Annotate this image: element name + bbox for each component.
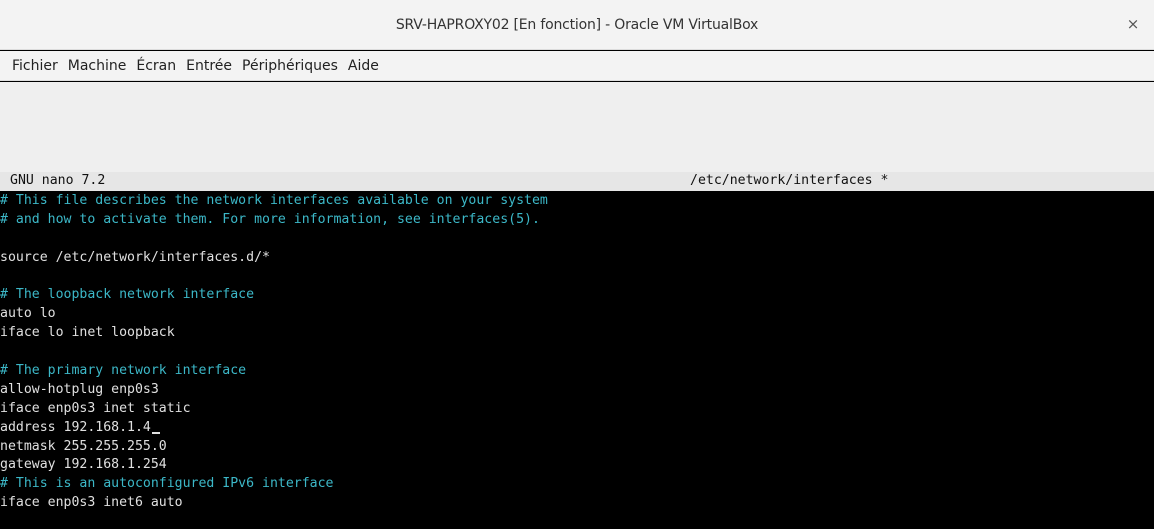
menu-ecran[interactable]: Écran <box>136 58 176 74</box>
close-icon[interactable]: × <box>1122 13 1144 35</box>
code-line: auto lo <box>0 306 56 322</box>
comment-line: # The loopback network interface <box>0 287 255 303</box>
code-line: allow-hotplug enp0s3 <box>0 381 159 397</box>
comment-line: # This file describes the network interf… <box>0 193 548 208</box>
code-line: source /etc/network/interfaces.d/* <box>0 249 270 265</box>
code-line: iface lo inet loopback <box>0 325 175 341</box>
nano-filename: /etc/network/interfaces * <box>690 173 889 188</box>
menu-aide[interactable]: Aide <box>348 58 379 74</box>
comment-line: # This is an autoconfigured IPv6 interfa… <box>0 476 334 492</box>
vm-display[interactable]: GNU nano 7.2 /etc/network/interfaces * #… <box>0 172 1154 529</box>
window-title: SRV-HAPROXY02 [En fonction] - Oracle VM … <box>395 17 759 33</box>
menu-bar: Fichier Machine Écran Entrée Périphériqu… <box>0 51 1154 81</box>
menu-machine[interactable]: Machine <box>68 58 127 74</box>
comment-line: # and how to activate them. For more inf… <box>0 211 540 227</box>
code-line: iface enp0s3 inet static <box>0 400 191 416</box>
code-line: netmask 255.255.255.0 <box>0 438 167 454</box>
comment-line: # The primary network interface <box>0 363 247 379</box>
nano-editor[interactable]: # This file describes the network interf… <box>0 192 1154 513</box>
code-line: gateway 192.168.1.254 <box>0 457 167 473</box>
nano-version: GNU nano 7.2 <box>10 173 106 188</box>
menu-peripheriques[interactable]: Périphériques <box>242 58 338 74</box>
menu-fichier[interactable]: Fichier <box>12 58 58 74</box>
code-line: iface enp0s3 inet6 auto <box>0 495 183 511</box>
window-titlebar: SRV-HAPROXY02 [En fonction] - Oracle VM … <box>0 0 1154 50</box>
text-cursor <box>151 431 160 434</box>
code-line: address 192.168.1.4 <box>0 419 1154 438</box>
toolbar-area <box>0 82 1154 172</box>
menu-entree[interactable]: Entrée <box>186 58 232 74</box>
nano-title-bar: GNU nano 7.2 /etc/network/interfaces * <box>0 172 1154 191</box>
